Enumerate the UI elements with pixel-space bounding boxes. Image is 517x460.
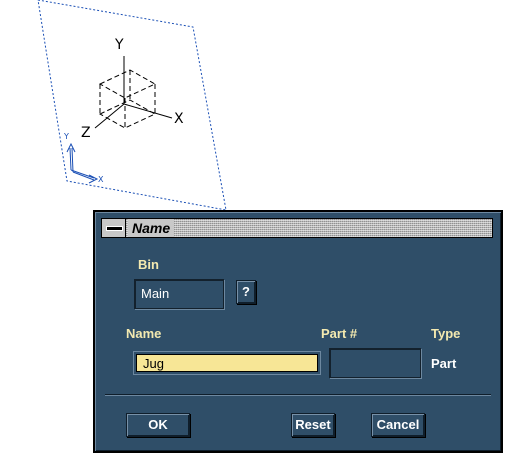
x-axis-label: X [174, 111, 184, 127]
bin-value: Main [141, 286, 170, 301]
part-number-input[interactable] [329, 348, 421, 378]
cube-wireframe [98, 69, 157, 129]
cancel-button[interactable]: Cancel [371, 413, 425, 437]
button-separator [105, 394, 491, 396]
name-dialog: Name Bin Main ? Name Part # Type Part OK… [93, 210, 503, 453]
ucs-icon [66, 142, 99, 184]
name-input[interactable] [136, 354, 318, 372]
ucs-x-label: X [98, 175, 104, 184]
part-number-label: Part # [321, 326, 358, 341]
window-menu-button[interactable] [102, 219, 126, 237]
bin-help-button[interactable]: ? [236, 280, 256, 304]
ok-button[interactable]: OK [126, 413, 190, 437]
dialog-titlebar[interactable]: Name [101, 218, 493, 238]
z-axis-label: Z [81, 125, 91, 141]
dialog-title: Name [128, 219, 175, 237]
ucs-y-label: Y [64, 132, 69, 141]
type-value: Part [431, 356, 457, 371]
type-label: Type [431, 326, 461, 341]
bin-label: Bin [138, 257, 159, 272]
work-plane-outline [37, 0, 227, 211]
window-menu-icon [106, 226, 123, 231]
y-axis-label: Y [115, 37, 124, 53]
name-label: Name [126, 326, 162, 341]
bin-field[interactable]: Main [134, 279, 224, 309]
reset-button[interactable]: Reset [291, 413, 335, 437]
